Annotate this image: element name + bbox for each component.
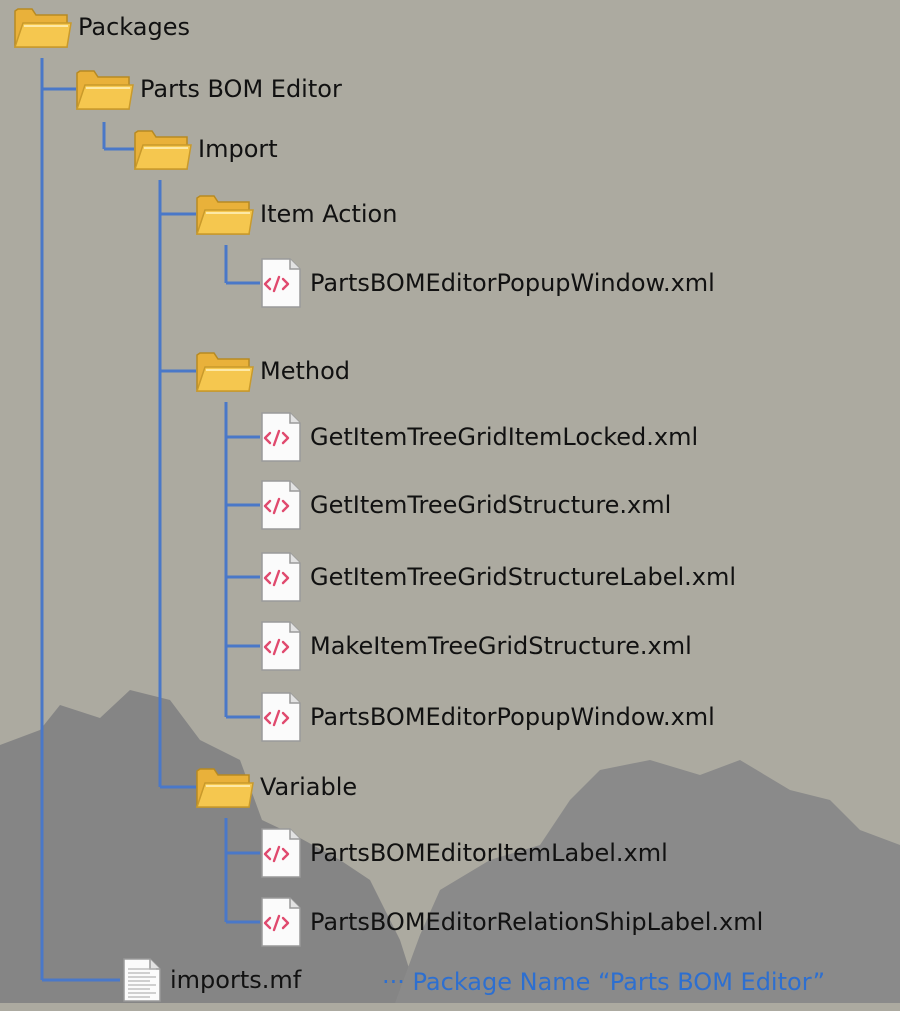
node-label: Variable	[260, 773, 358, 801]
package-name-note: ··· Package Name “Parts BOM Editor”	[382, 968, 826, 996]
node-label: imports.mf	[170, 966, 302, 994]
tree-file-method-4[interactable]: PartsBOMEditorPopupWindow.xml	[258, 686, 715, 748]
node-label: Item Action	[260, 200, 398, 228]
tree-file-imports-mf[interactable]: imports.mf	[120, 949, 301, 1011]
tree-file-method-1[interactable]: GetItemTreeGridStructure.xml	[258, 474, 671, 536]
tree-file-method-0[interactable]: GetItemTreeGridItemLocked.xml	[258, 406, 698, 468]
tree-node-import[interactable]: Import	[132, 118, 278, 180]
folder-icon	[75, 70, 134, 110]
folder-icon	[195, 768, 254, 808]
xml-file-icon	[261, 828, 301, 878]
node-label: PartsBOMEditorItemLabel.xml	[310, 839, 668, 867]
tree-file-item-action-0[interactable]: PartsBOMEditorPopupWindow.xml	[258, 252, 715, 314]
tree-file-method-3[interactable]: MakeItemTreeGridStructure.xml	[258, 615, 692, 677]
node-label: Packages	[78, 13, 190, 41]
xml-file-icon	[261, 692, 301, 742]
node-label: Import	[198, 135, 278, 163]
tree-node-packages[interactable]: Packages	[12, 0, 190, 58]
node-label: Parts BOM Editor	[140, 75, 342, 103]
node-label: GetItemTreeGridStructure.xml	[310, 491, 672, 519]
node-label: Method	[260, 357, 351, 385]
node-label: GetItemTreeGridStructureLabel.xml	[310, 563, 737, 591]
node-label: MakeItemTreeGridStructure.xml	[310, 632, 692, 660]
document-icon	[123, 958, 161, 1002]
xml-file-icon	[261, 480, 301, 530]
folder-icon	[195, 195, 254, 235]
node-label: PartsBOMEditorPopupWindow.xml	[310, 703, 715, 731]
xml-file-icon	[261, 897, 301, 947]
tree-file-variable-0[interactable]: PartsBOMEditorItemLabel.xml	[258, 822, 668, 884]
xml-file-icon	[261, 412, 301, 462]
node-label: GetItemTreeGridItemLocked.xml	[310, 423, 699, 451]
folder-icon	[133, 130, 192, 170]
folder-icon	[195, 352, 254, 392]
xml-file-icon	[261, 258, 301, 308]
node-label: PartsBOMEditorRelationShipLabel.xml	[310, 908, 764, 936]
tree-file-method-2[interactable]: GetItemTreeGridStructureLabel.xml	[258, 546, 736, 608]
folder-icon	[13, 8, 72, 48]
tree-node-item-action[interactable]: Item Action	[194, 183, 397, 245]
tree-node-variable[interactable]: Variable	[194, 756, 357, 818]
tree-node-method[interactable]: Method	[194, 340, 350, 402]
xml-file-icon	[261, 621, 301, 671]
tree-node-parts-bom-editor[interactable]: Parts BOM Editor	[74, 58, 342, 120]
xml-file-icon	[261, 552, 301, 602]
tree-file-variable-1[interactable]: PartsBOMEditorRelationShipLabel.xml	[258, 891, 763, 953]
node-label: PartsBOMEditorPopupWindow.xml	[310, 269, 715, 297]
